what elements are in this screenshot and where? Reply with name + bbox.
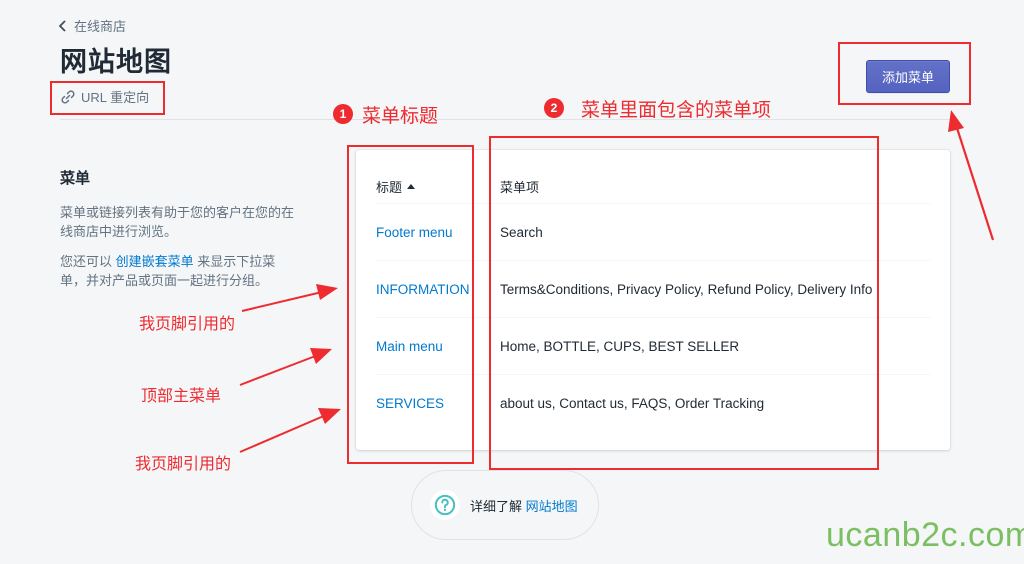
annotation-label-2: 菜单里面包含的菜单项	[581, 100, 772, 121]
help-prefix: 详细了解	[470, 498, 523, 514]
help-icon	[430, 490, 460, 520]
annotation-note-main: 顶部主菜单	[141, 388, 222, 405]
annotation-label-1: 菜单标题	[362, 106, 439, 127]
section-nested-note: 您还可以 创建嵌套菜单 来显示下拉菜单，并对产品或页面一起进行分组。	[60, 252, 300, 290]
chevron-left-icon	[58, 19, 66, 32]
annotation-badge-1: 1	[333, 104, 353, 124]
breadcrumb-label: 在线商店	[74, 19, 127, 34]
annotation-box-titles	[347, 145, 474, 464]
annotation-box-url-redirect	[50, 81, 165, 115]
watermark: ucanb2c.com	[826, 516, 1024, 554]
annotation-badge-2: 2	[544, 98, 564, 118]
help-footer: 详细了解 网站地图	[411, 470, 599, 540]
annotation-note-footer-1: 我页脚引用的	[139, 316, 236, 333]
breadcrumb-back[interactable]: 在线商店	[58, 16, 126, 35]
annotation-box-items	[489, 136, 879, 470]
section-description: 菜单或链接列表有助于您的客户在您的在线商店中进行浏览。	[60, 205, 295, 239]
nested-note-prefix: 您还可以	[60, 254, 116, 269]
arrow-to-add-menu	[948, 110, 995, 241]
create-nested-menu-link[interactable]: 创建嵌套菜单	[116, 254, 194, 269]
arrow-to-services	[239, 408, 341, 453]
learn-more-sitemap-link[interactable]: 网站地图	[526, 499, 578, 514]
arrow-to-main-menu	[239, 348, 332, 386]
annotation-note-footer-2: 我页脚引用的	[135, 456, 232, 473]
page-title: 网站地图	[60, 47, 172, 77]
annotation-box-add-menu	[838, 42, 971, 105]
section-title: 菜单	[60, 170, 91, 187]
header-divider	[60, 119, 950, 120]
